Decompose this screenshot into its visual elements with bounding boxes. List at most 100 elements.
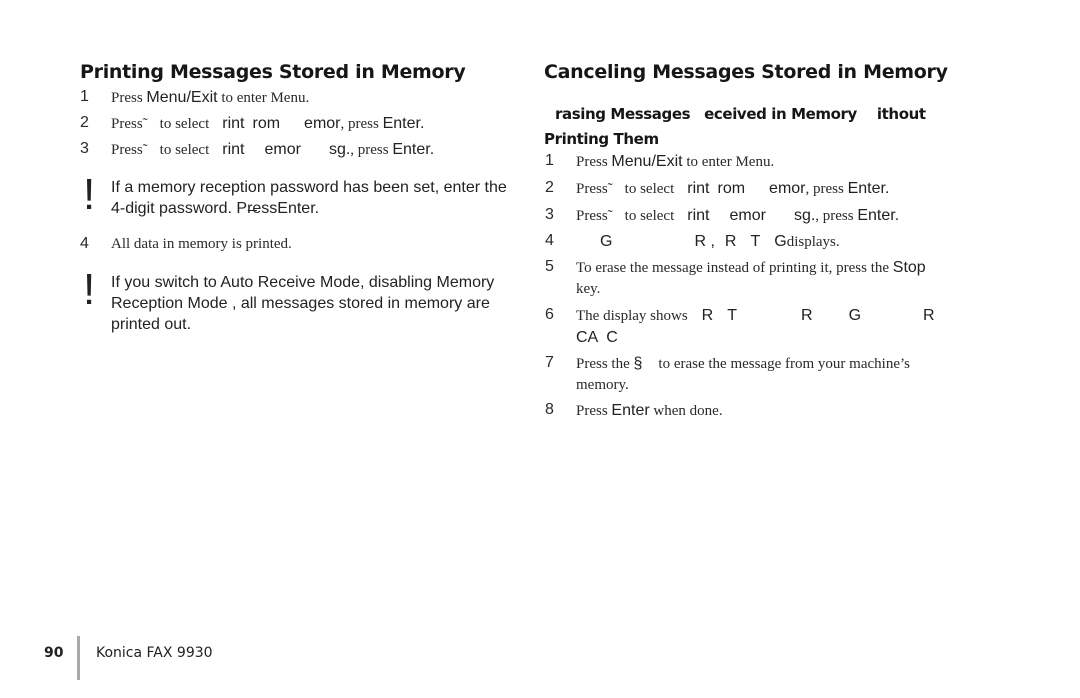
step-number: 5 [545, 258, 554, 275]
display-text: R [724, 233, 737, 250]
step-number: 4 [80, 235, 89, 252]
display-text: sg. [793, 207, 816, 224]
step-text-pre: Press˜ [576, 208, 613, 224]
step-text-post: to enter Menu. [217, 90, 310, 106]
step-text-post: to enter Menu. [682, 154, 775, 170]
display-text: sg. [328, 141, 351, 158]
step-text: Press˜ to select rint rom emor, press Enter. [111, 113, 424, 135]
step-text: The display shows R T R G R CA C [576, 305, 935, 348]
display-text: R [701, 307, 714, 324]
page-number: 90 [44, 645, 64, 661]
step-text-mid: to select [624, 208, 675, 224]
step-number: 1 [545, 152, 554, 169]
step-text-pre: To erase the message instead of printing… [576, 260, 893, 276]
display-text: CA C [576, 329, 618, 346]
note-line: If a memory reception password has been … [111, 179, 507, 196]
step-text-post: , press [340, 116, 383, 132]
display-text: R [801, 307, 813, 324]
step-line: To erase the message instead of printing… [576, 257, 926, 279]
step-text-mid: to select [159, 142, 210, 158]
key-label: Enter. [392, 141, 435, 158]
step-text: Press˜ to select rint rom emor, press Enter. [576, 178, 889, 200]
footer-divider [77, 636, 80, 680]
subheading-line2: Printing Them [544, 130, 659, 148]
step-number: 3 [80, 140, 89, 157]
step-number: 8 [545, 401, 554, 418]
display-text: G [774, 233, 787, 250]
step-text-pre: Press˜ [111, 142, 148, 158]
display-text: R , [694, 233, 715, 250]
step-text: To erase the message instead of printing… [576, 257, 926, 300]
step-text-mid: to select [624, 181, 675, 197]
step-text-pre: The display shows [576, 308, 688, 324]
key-label: Stop [892, 259, 926, 276]
note-line: If you switch to Auto Receive Mode, disa… [111, 274, 495, 291]
note-line: 4-digit password. Pr̶essEnter. [111, 200, 320, 217]
key-label: Menu/Exit [146, 89, 218, 106]
step-number: 1 [80, 88, 89, 105]
section-heading-canceling: Canceling Messages Stored in Memory [544, 61, 948, 83]
step-number: 2 [545, 179, 554, 196]
step-text-post: , press [815, 208, 858, 224]
key-label: Enter. [382, 115, 425, 132]
step-text-pre: Press the [576, 356, 634, 372]
key-label: § [633, 355, 643, 372]
step-text-post: displays. [786, 234, 840, 250]
step-line: Press the § to erase the message from you… [576, 353, 910, 375]
step-text-pre: Press [576, 403, 612, 419]
step-text-pre: Press˜ [576, 181, 613, 197]
step-line: The display shows R T R G R [576, 305, 935, 327]
subheading-part: eceived in Memory [704, 105, 857, 123]
key-label: Menu/Exit [611, 153, 683, 170]
step-line: memory. [576, 377, 629, 393]
footer-title: Konica FAX 9930 [96, 645, 213, 661]
subheading-part: rasing Messages [555, 105, 691, 123]
step-text-pre: Press [576, 154, 612, 170]
step-number: 4 [545, 232, 554, 249]
display-text: rint [687, 207, 710, 224]
display-text: rom [717, 180, 746, 197]
exclamation-icon: ! [83, 265, 96, 314]
step-text: Press˜ to select rint emor sg., press Enter. [576, 205, 899, 227]
exclamation-icon: ! [83, 170, 96, 219]
note-text: If you switch to Auto Receive Mode, disa… [111, 272, 494, 335]
display-text: emor [304, 115, 341, 132]
display-text: R [923, 307, 935, 324]
subheading: rasing Messages eceived in Memory ithout [555, 102, 926, 126]
key-label: Enter [611, 402, 650, 419]
step-text-pre: Press [111, 90, 147, 106]
step-text-post: , press [805, 181, 848, 197]
section-heading-printing: Printing Messages Stored in Memory [80, 61, 466, 83]
step-text-post: when done. [649, 403, 723, 419]
step-number: 2 [80, 114, 89, 131]
step-text-post: , press [350, 142, 393, 158]
key-label: Enter. [857, 207, 900, 224]
step-text: Press the § to erase the message from you… [576, 353, 910, 396]
display-text: emor [729, 207, 766, 224]
step-text-mid: to select [159, 116, 210, 132]
step-number: 3 [545, 206, 554, 223]
display-text: rint [222, 141, 245, 158]
key-label: Enter. [847, 180, 890, 197]
display-text: emor [264, 141, 301, 158]
display-text: rom [252, 115, 281, 132]
step-number: 7 [545, 354, 554, 371]
display-text: rint [687, 180, 710, 197]
display-text: G [600, 233, 613, 250]
step-text: All data in memory is printed. [111, 236, 292, 252]
display-text: G [848, 307, 862, 324]
display-text: T [727, 307, 738, 324]
step-text: GR , R T Gdisplays. [576, 231, 840, 253]
step-text: Press Menu/Exit to enter Menu. [576, 151, 774, 173]
step-text-post: to erase the message from your machine’s [658, 356, 910, 372]
step-text: Press Menu/Exit to enter Menu. [111, 87, 309, 109]
step-number: 6 [545, 306, 554, 323]
note-text: If a memory reception password has been … [111, 177, 507, 219]
note-line: printed out. [111, 316, 192, 333]
subheading-part: ithout [876, 105, 926, 123]
step-text: Press˜ to select rint emor sg., press Enter. [111, 139, 434, 161]
step-text: Press Enter when done. [576, 400, 723, 422]
display-text: rint [222, 115, 245, 132]
display-text: emor [769, 180, 806, 197]
display-text: T [750, 233, 761, 250]
